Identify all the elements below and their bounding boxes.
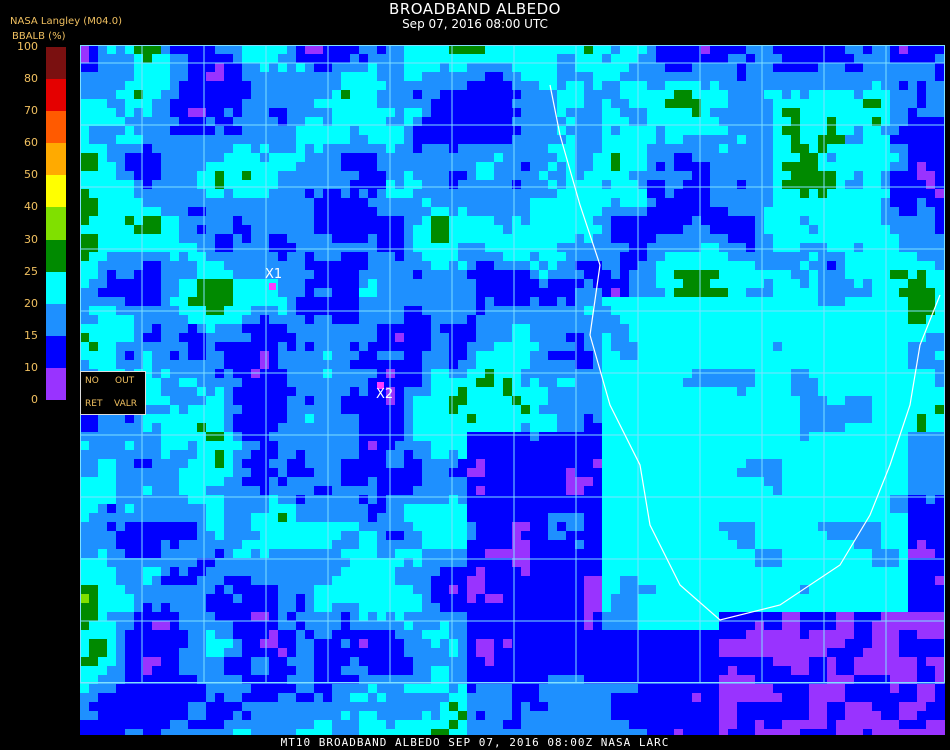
colorbar-bin	[46, 79, 66, 112]
colorbar-tick-label: 25	[24, 264, 38, 278]
valr-label: VALR	[114, 399, 138, 409]
colorbar-tick-label: 40	[24, 200, 38, 214]
no-label: NO	[85, 376, 99, 386]
colorbar	[46, 47, 66, 401]
colorbar-bin	[46, 239, 66, 273]
colorbar-bin	[46, 175, 66, 208]
source-label: NASA Langley (M04.0)	[10, 16, 122, 27]
colorbar-tick-label: 80	[24, 72, 38, 86]
colorbar-tick-label: 15	[24, 328, 38, 342]
out-label: OUT	[115, 376, 135, 386]
colorbar-bin	[46, 47, 66, 80]
x1-point	[269, 283, 276, 290]
x1-marker: X1	[265, 267, 283, 282]
colorbar-bin	[46, 367, 66, 401]
albedo-map[interactable]: X1 X2	[80, 45, 945, 735]
footer-caption: MT10 BROADBAND ALBEDO SEP 07, 2016 08:00…	[280, 736, 670, 749]
colorbar-bin	[46, 303, 66, 337]
colorbar-bin	[46, 335, 66, 369]
ret-label: RET	[85, 399, 103, 409]
colorbar-tick-label: 60	[24, 136, 38, 150]
colorbar-tick-label: 20	[24, 296, 38, 310]
colorbar-bin	[46, 271, 66, 305]
x2-marker: X2	[376, 387, 394, 402]
map-title: BROADBAND ALBEDO	[389, 0, 561, 18]
no-retrieval-legend: NO OUT RET VALR	[80, 371, 146, 415]
map-subtitle: Sep 07, 2016 08:00 UTC	[402, 17, 548, 31]
colorbar-tick-label: 10	[24, 360, 38, 374]
colorbar-tick-label: 70	[24, 104, 38, 118]
map-canvas[interactable]	[80, 45, 945, 735]
colorbar-tick-label: 50	[24, 168, 38, 182]
colorbar-tick-label: 0	[31, 393, 38, 406]
colorbar-bin	[46, 111, 66, 144]
colorbar-bin	[46, 207, 66, 241]
colorbar-bin	[46, 143, 66, 176]
albedo-field	[80, 45, 945, 735]
colorbar-tick-label: 100	[17, 40, 38, 53]
colorbar-tick-label: 30	[24, 232, 38, 246]
